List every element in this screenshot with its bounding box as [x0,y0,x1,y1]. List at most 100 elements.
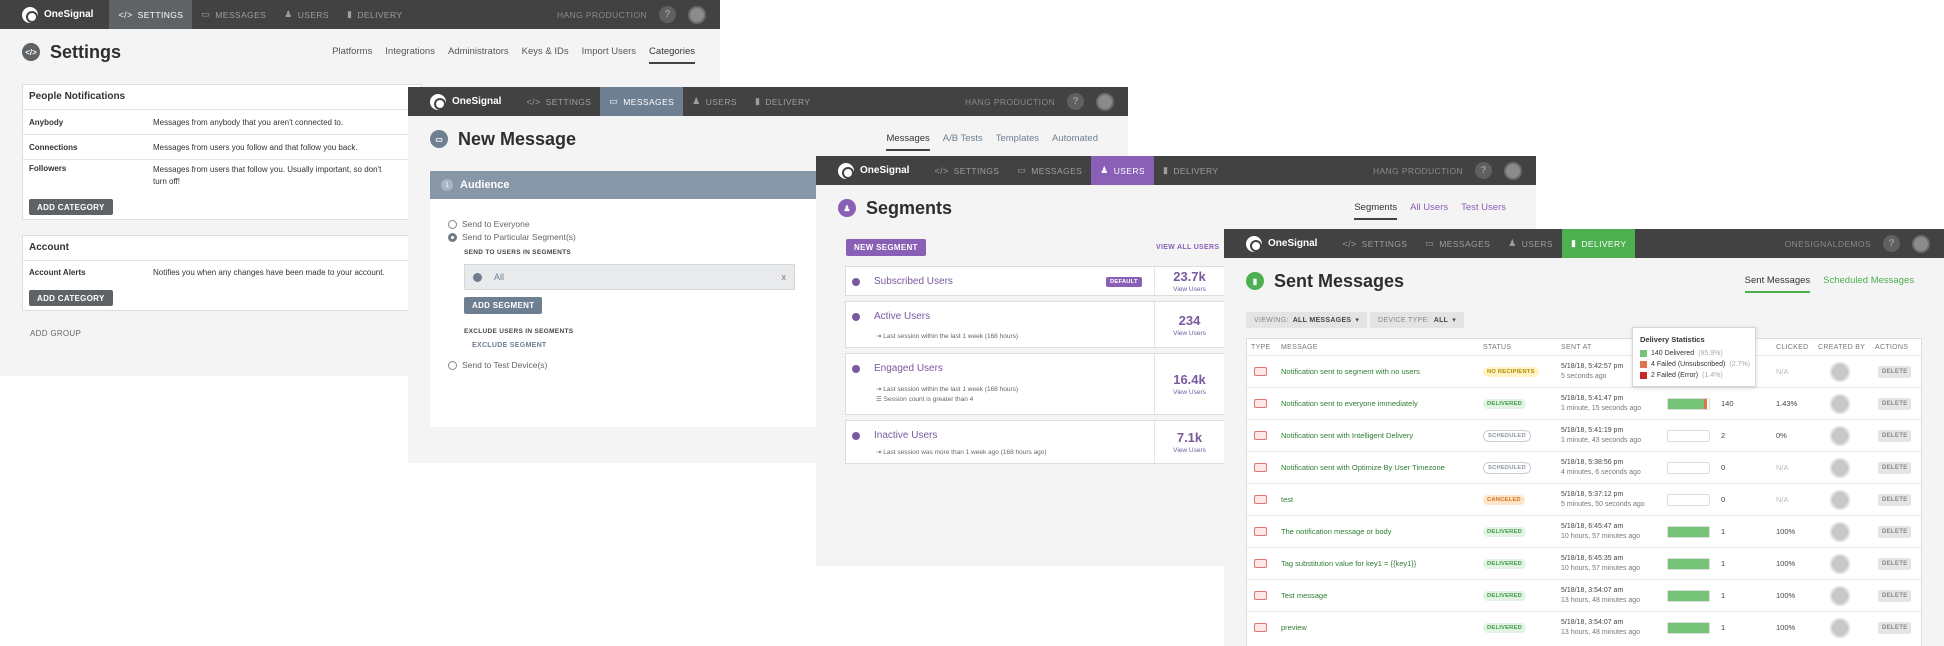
table-row[interactable]: Tag substitution value for key1 = {{key1… [1247,547,1921,579]
radio-button[interactable] [448,220,457,230]
avatar[interactable] [1912,234,1930,253]
device-type-filter[interactable]: DEVICE TYPE: ALL ▾ [1370,312,1465,328]
tab-automated[interactable]: Automated [1052,128,1098,151]
nav-tab-messages[interactable]: ▭ MESSAGES [1416,229,1499,258]
onesignal-logo[interactable]: OneSignal [408,87,517,116]
radio-button-selected[interactable] [448,233,457,243]
nav-tab-users[interactable]: ♟ USERS [275,0,338,29]
nav-tab-settings[interactable]: </> SETTINGS [1333,229,1416,258]
message-link[interactable]: The notification message or body [1281,527,1391,536]
delivery-bar[interactable] [1667,525,1710,538]
avatar[interactable] [1504,161,1522,180]
table-row[interactable]: The notification message or body DELIVERE… [1247,515,1921,547]
message-link[interactable]: Tag substitution value for key1 = {{key1… [1281,559,1416,568]
delivery-bar[interactable] [1667,397,1710,410]
help-icon[interactable]: ? [1067,93,1084,110]
message-link[interactable]: Notification sent to everyone immediatel… [1281,399,1418,408]
tab-all-users[interactable]: All Users [1410,197,1448,220]
onesignal-logo[interactable]: OneSignal [1224,229,1333,258]
segment-item[interactable]: Inactive Users ⇥ Last session was more t… [845,420,1225,464]
tab-integrations[interactable]: Integrations [385,41,435,64]
remove-segment-icon[interactable]: x [782,272,787,282]
tab-scheduled-messages[interactable]: Scheduled Messages [1823,270,1914,293]
tab-administrators[interactable]: Administrators [448,41,509,64]
nav-tab-delivery[interactable]: ▮ DELIVERY [1154,156,1227,185]
delete-button[interactable]: DELETE [1878,429,1912,442]
add-segment-button[interactable]: ADD SEGMENT [464,297,543,314]
message-link[interactable]: Test message [1281,591,1327,600]
delivery-bar[interactable] [1667,589,1710,602]
segment-item[interactable]: Active Users ⇥ Last session within the l… [845,301,1225,348]
org-name[interactable]: HANG PRODUCTION [557,10,647,20]
table-row[interactable]: Notification sent with Optimize By User … [1247,451,1921,483]
help-icon[interactable]: ? [1883,235,1900,252]
nav-tab-delivery[interactable]: ▮ DELIVERY [338,0,411,29]
add-category-button[interactable]: ADD CATEGORY [29,199,113,215]
org-name[interactable]: ONESIGNALDEMOS [1785,239,1871,249]
delivery-bar[interactable] [1667,461,1710,474]
delete-button[interactable]: DELETE [1878,365,1912,378]
category-row[interactable]: Anybody Messages from anybody that you ar… [23,109,421,134]
segment-chip[interactable]: All x [464,264,795,290]
add-category-button[interactable]: ADD CATEGORY [29,290,113,306]
help-icon[interactable]: ? [659,6,676,23]
onesignal-logo[interactable]: OneSignal [0,0,109,29]
tab-platforms[interactable]: Platforms [332,41,372,64]
nav-tab-settings[interactable]: </> SETTINGS [109,0,193,29]
tab-templates[interactable]: Templates [996,128,1039,151]
message-link[interactable]: test [1281,495,1293,504]
delivery-bar[interactable] [1667,493,1710,506]
delivery-bar[interactable] [1667,621,1710,634]
table-row[interactable]: Notification sent to everyone immediatel… [1247,387,1921,419]
exclude-segment-button[interactable]: EXCLUDE SEGMENT [472,342,547,349]
category-row[interactable]: Account Alerts Notifies you when any chan… [23,260,421,284]
table-row[interactable]: preview DELIVERED 5/18/18, 3:54:07 am 13 ho… [1247,611,1921,643]
view-users-link[interactable]: View Users [1173,389,1206,396]
tab-categories[interactable]: Categories [649,41,695,64]
table-row[interactable]: Notification sent with Intelligent Deliv… [1247,419,1921,451]
tab-segments[interactable]: Segments [1354,197,1398,220]
message-link[interactable]: Notification sent to segment with no use… [1281,367,1420,376]
tab-ab-tests[interactable]: A/B Tests [943,128,983,151]
viewing-filter[interactable]: VIEWING: ALL MESSAGES ▾ [1246,312,1368,328]
tab-test-users[interactable]: Test Users [1461,197,1506,220]
nav-tab-messages[interactable]: ▭ MESSAGES [1008,156,1091,185]
view-users-link[interactable]: View Users [1173,330,1206,337]
onesignal-logo[interactable]: OneSignal [816,156,925,185]
delete-button[interactable]: DELETE [1878,557,1912,570]
table-row[interactable]: Test message DELIVERED 5/18/18, 3:54:07 am… [1247,579,1921,611]
message-link[interactable]: Notification sent with Intelligent Deliv… [1281,431,1413,440]
avatar[interactable] [1096,92,1114,111]
nav-tab-users[interactable]: ♟ USERS [1091,156,1154,185]
nav-tab-delivery[interactable]: ▮ DELIVERY [746,87,819,116]
view-users-link[interactable]: View Users [1173,286,1206,293]
help-icon[interactable]: ? [1475,162,1492,179]
tab-messages[interactable]: Messages [886,128,930,151]
table-row[interactable]: test CANCELED 5/18/18, 5:37:12 pm 5 minutes… [1247,483,1921,515]
send-segments-option[interactable]: Send to Particular Segment(s) [448,232,576,243]
org-name[interactable]: HANG PRODUCTION [965,97,1055,107]
message-link[interactable]: preview [1281,623,1307,632]
tab-sent-messages[interactable]: Sent Messages [1744,270,1811,293]
table-row[interactable]: Notification sent to segment with no use… [1247,355,1921,387]
view-all-users-link[interactable]: VIEW ALL USERS [1156,244,1219,251]
delivery-bar[interactable] [1667,557,1710,570]
add-group-link[interactable]: ADD GROUP [30,329,81,338]
view-users-link[interactable]: View Users [1173,447,1206,454]
send-everyone-option[interactable]: Send to Everyone [448,219,530,230]
delete-button[interactable]: DELETE [1878,589,1912,602]
new-segment-button[interactable]: NEW SEGMENT [846,239,926,256]
nav-tab-messages[interactable]: ▭ MESSAGES [600,87,684,116]
send-test-option[interactable]: Send to Test Device(s) [448,360,547,371]
nav-tab-delivery[interactable]: ▮ DELIVERY [1561,229,1636,258]
delete-button[interactable]: DELETE [1878,621,1912,634]
category-row[interactable]: Connections Messages from users you follo… [23,134,421,159]
nav-tab-settings[interactable]: </> SETTINGS [517,87,600,116]
delete-button[interactable]: DELETE [1878,493,1912,506]
category-row[interactable]: Followers Messages from users that follow… [23,159,421,191]
delete-button[interactable]: DELETE [1878,397,1912,410]
tab-import-users[interactable]: Import Users [582,41,636,64]
nav-tab-users[interactable]: ♟ USERS [683,87,746,116]
segment-item[interactable]: Engaged Users ⇥ Last session within the … [845,353,1225,415]
delete-button[interactable]: DELETE [1878,461,1912,474]
